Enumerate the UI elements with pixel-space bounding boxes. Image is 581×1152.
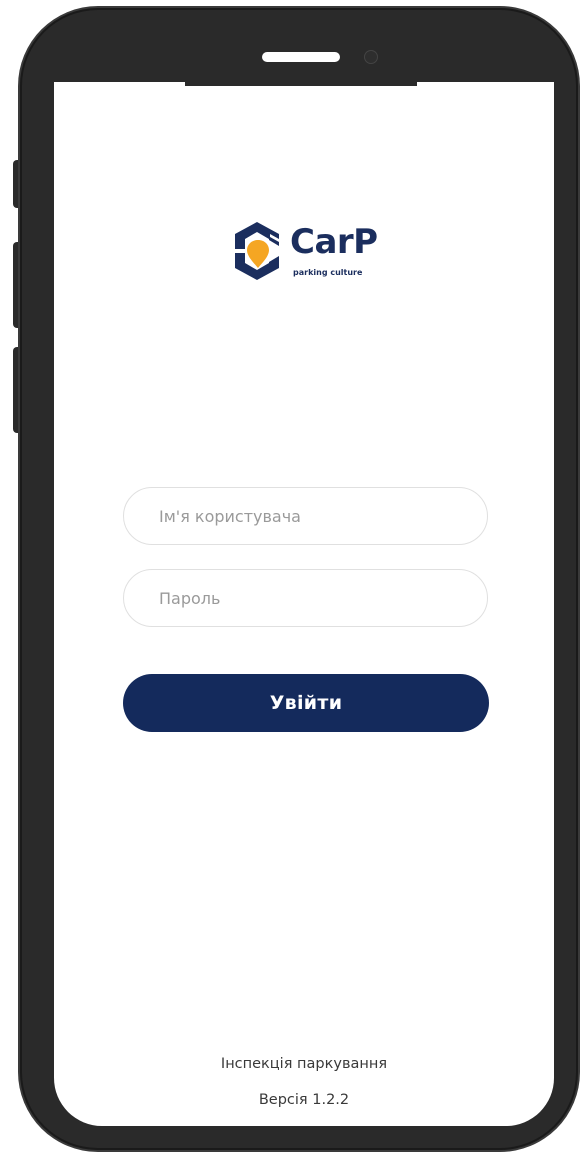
app-subtitle: Інспекція паркування (220, 1056, 388, 1072)
username-field[interactable] (123, 487, 488, 545)
phone-speaker (262, 52, 340, 62)
brand-tagline: parking culture (293, 268, 363, 277)
app-screen: CarP parking culture Увійти Інспекція па… (54, 82, 554, 1126)
device-mockup: CarP parking culture Увійти Інспекція па… (0, 0, 581, 1152)
password-input[interactable] (124, 570, 487, 626)
phone-notch (185, 66, 417, 86)
app-version: Версія 1.2.2 (258, 1092, 350, 1108)
password-field[interactable] (123, 569, 488, 627)
login-button[interactable]: Увійти (123, 674, 489, 732)
phone-camera (365, 51, 377, 63)
carp-logo-icon (235, 222, 279, 280)
brand-name: CarP (290, 222, 378, 262)
brand-logo: CarP parking culture (229, 218, 399, 288)
username-input[interactable] (124, 488, 487, 544)
